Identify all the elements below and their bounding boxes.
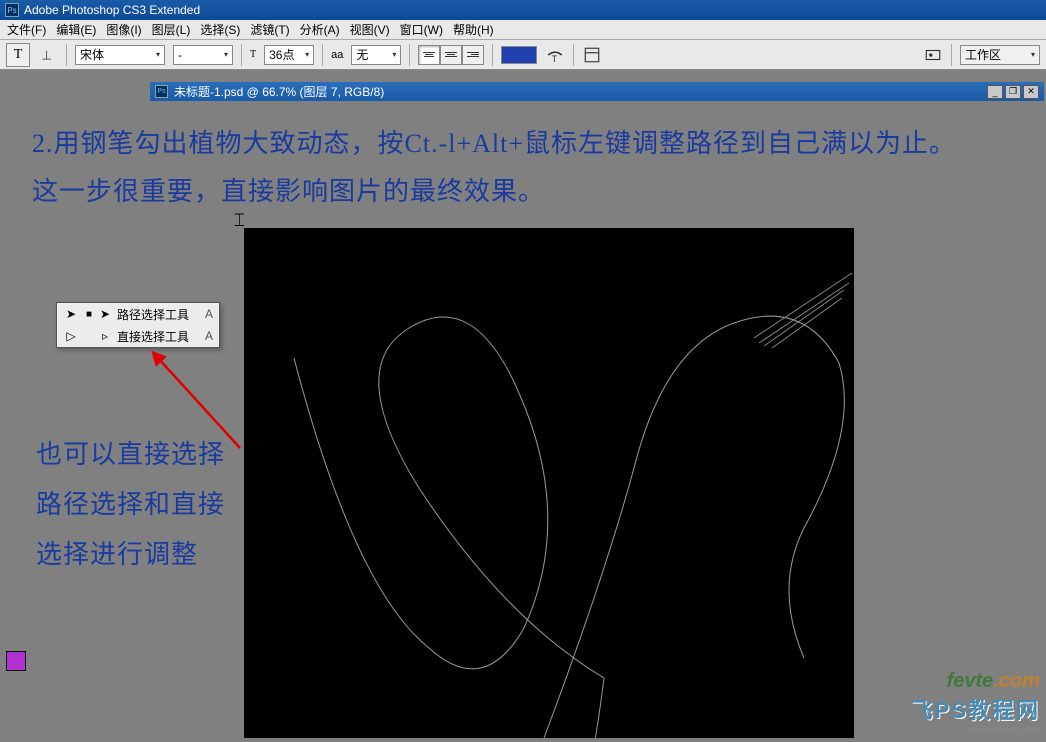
flyout-shortcut: A — [195, 307, 213, 321]
bridge-icon[interactable] — [923, 45, 943, 65]
workspace-label: 工作区 — [965, 46, 1001, 63]
menu-edit[interactable]: 编辑(E) — [52, 19, 100, 40]
tool-flyout-menu: ➤ ■ ➤ 路径选择工具 A ▷ ▹ 直接选择工具 A — [56, 302, 220, 348]
align-center-button[interactable] — [440, 45, 462, 65]
foreground-color[interactable] — [6, 651, 26, 671]
app-title: Adobe Photoshop CS3 Extended — [24, 3, 200, 17]
menu-image[interactable]: 图像(I) — [102, 19, 145, 40]
flyout-shortcut: A — [195, 329, 213, 343]
separator — [492, 44, 493, 66]
text-align-group — [418, 45, 484, 65]
flyout-direct-selection[interactable]: ▷ ▹ 直接选择工具 A — [57, 325, 219, 347]
antialias-value: 无 — [356, 46, 368, 63]
separator — [951, 44, 952, 66]
flyout-path-selection[interactable]: ➤ ■ ➤ 路径选择工具 A — [57, 303, 219, 325]
separator — [66, 44, 67, 66]
active-tool-indicator[interactable]: T — [6, 43, 30, 67]
menu-select[interactable]: 选择(S) — [196, 19, 244, 40]
path-select-arrow-icon: ➤ — [63, 307, 79, 321]
chevron-down-icon: ▾ — [156, 50, 160, 59]
svg-text:T: T — [552, 53, 558, 63]
menu-view[interactable]: 视图(V) — [346, 19, 394, 40]
font-style-select[interactable]: - ▾ — [173, 45, 233, 65]
menu-layer[interactable]: 图层(L) — [148, 19, 195, 40]
antialias-select[interactable]: 无 ▾ — [351, 45, 401, 65]
font-family-value: 宋体 — [80, 46, 104, 63]
close-button[interactable]: ✕ — [1023, 85, 1039, 99]
font-size-input[interactable]: 36点 ▾ — [264, 45, 314, 65]
direct-select-arrow-icon: ▷ — [63, 329, 79, 343]
chevron-down-icon: ▾ — [1031, 50, 1035, 59]
restore-button[interactable]: ❐ — [1005, 85, 1021, 99]
svg-text:⊥: ⊥ — [41, 48, 52, 62]
chevron-down-icon: ▾ — [305, 50, 309, 59]
minimize-button[interactable]: _ — [987, 85, 1003, 99]
canvas-background: Ps 未标题-1.psd @ 66.7% (图层 7, RGB/8) _ ❐ ✕… — [0, 70, 1046, 742]
font-size-value: 36点 — [269, 46, 294, 63]
app-titlebar: Ps Adobe Photoshop CS3 Extended — [0, 0, 1046, 20]
text-orientation-icon[interactable]: ⊥ — [38, 45, 58, 65]
menu-window[interactable]: 窗口(W) — [396, 19, 447, 40]
menu-filter[interactable]: 滤镜(T) — [246, 19, 293, 40]
chevron-down-icon: ▾ — [224, 50, 228, 59]
menu-file[interactable]: 文件(F) — [3, 19, 50, 40]
tutorial-side-text: 也可以直接选择路径选择和直接选择进行调整 — [36, 430, 236, 580]
tutorial-step-text: 2.用钢笔勾出植物大致动态，按Ct.-l+Alt+鼠标左键调整路径到自己满以为止… — [32, 120, 982, 216]
document-titlebar[interactable]: Ps 未标题-1.psd @ 66.7% (图层 7, RGB/8) _ ❐ ✕ — [150, 82, 1044, 101]
font-size-icon: T — [250, 49, 256, 60]
menu-help[interactable]: 帮助(H) — [449, 19, 498, 40]
separator — [322, 44, 323, 66]
antialias-label-icon: aa — [331, 49, 343, 61]
flyout-label: 路径选择工具 — [117, 306, 189, 323]
separator — [409, 44, 410, 66]
options-bar: T ⊥ 宋体 ▾ - ▾ T 36点 ▾ aa 无 ▾ T 工作区 ▾ — [0, 40, 1046, 70]
separator — [241, 44, 242, 66]
ps-app-icon: Ps — [5, 3, 19, 17]
flyout-label: 直接选择工具 — [117, 328, 189, 345]
character-panel-icon[interactable] — [582, 45, 602, 65]
ps-doc-icon: Ps — [155, 85, 168, 98]
workspace-select[interactable]: 工作区 ▾ — [960, 45, 1040, 65]
document-title: 未标题-1.psd @ 66.7% (图层 7, RGB/8) — [174, 83, 384, 100]
text-color-swatch[interactable] — [501, 46, 537, 64]
warp-text-icon[interactable]: T — [545, 45, 565, 65]
font-style-value: - — [178, 48, 182, 62]
work-area: Ps T ⇄ — [0, 70, 1046, 742]
align-right-button[interactable] — [462, 45, 484, 65]
active-tool-dot-icon: ■ — [85, 309, 93, 320]
font-family-select[interactable]: 宋体 ▾ — [75, 45, 165, 65]
menubar: 文件(F) 编辑(E) 图像(I) 图层(L) 选择(S) 滤镜(T) 分析(A… — [0, 20, 1046, 40]
chevron-down-icon: ▾ — [392, 50, 396, 59]
menu-analysis[interactable]: 分析(A) — [296, 19, 344, 40]
separator — [573, 44, 574, 66]
align-left-button[interactable] — [418, 45, 440, 65]
text-cursor-icon: ⌶ — [234, 210, 245, 231]
